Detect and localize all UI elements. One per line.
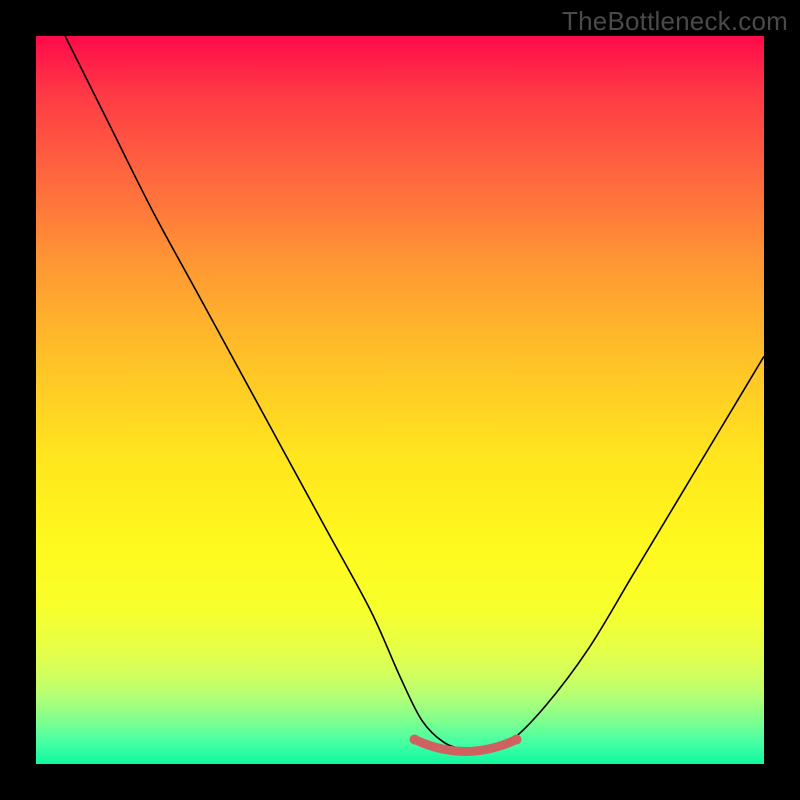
- bottleneck-curve-line: [65, 36, 764, 750]
- bottleneck-chart: TheBottleneck.com: [0, 0, 800, 800]
- optimal-range-start-dot: [410, 734, 420, 744]
- optimal-range-end-dot: [511, 734, 521, 744]
- curve-svg: [36, 36, 764, 764]
- plot-area: [36, 36, 764, 764]
- optimal-range-band: [415, 739, 517, 751]
- watermark-text: TheBottleneck.com: [562, 6, 788, 37]
